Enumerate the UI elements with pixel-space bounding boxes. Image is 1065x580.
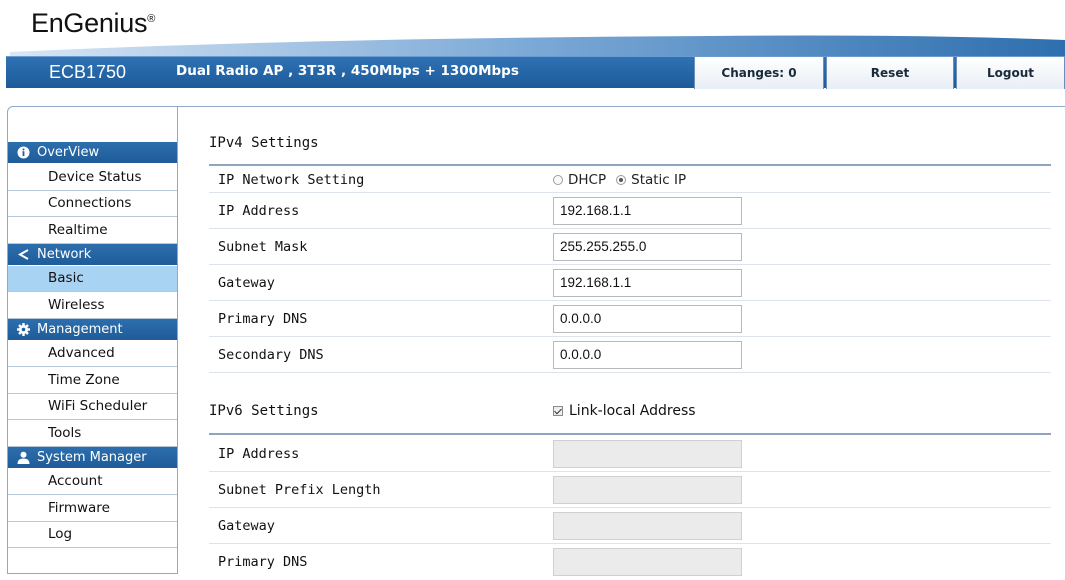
ipv4-gateway-label: Gateway bbox=[218, 274, 275, 291]
ipv4-ip-address-input[interactable] bbox=[553, 196, 742, 225]
sidebar-item-wireless[interactable]: Wireless bbox=[8, 292, 177, 319]
sidebar-item-device-status[interactable]: Device Status bbox=[8, 164, 177, 191]
subnet-prefix-length-label: Subnet Prefix Length bbox=[218, 481, 381, 498]
main-content: IPv4 Settings IP Network Setting DHCP St… bbox=[178, 106, 1065, 576]
ipv6-primary-dns-input[interactable] bbox=[553, 548, 742, 576]
dhcp-label: DHCP bbox=[568, 171, 607, 188]
reset-button[interactable]: Reset bbox=[826, 57, 954, 89]
sidebar-section-management[interactable]: Management bbox=[8, 318, 177, 341]
ip-network-setting-row: IP Network Setting DHCP Static IP bbox=[209, 167, 1051, 193]
link-local-label: Link-local Address bbox=[569, 403, 696, 419]
header-swoosh bbox=[10, 35, 1065, 56]
logout-button[interactable]: Logout bbox=[956, 57, 1065, 89]
sidebar-item-firmware[interactable]: Firmware bbox=[8, 495, 177, 522]
sidebar-item-realtime[interactable]: Realtime bbox=[8, 217, 177, 244]
dhcp-radio[interactable] bbox=[553, 174, 563, 185]
ipv4-divider bbox=[209, 164, 1051, 166]
sidebar-item-time-zone[interactable]: Time Zone bbox=[8, 367, 177, 394]
title-bar: ECB1750 Dual Radio AP , 3T3R , 450Mbps +… bbox=[6, 56, 1065, 89]
sidebar-section-system-manager[interactable]: System Manager bbox=[8, 446, 177, 469]
ipv6-divider bbox=[209, 433, 1051, 435]
ipv6-gateway-label: Gateway bbox=[218, 517, 275, 534]
ipv6-ip-address-input[interactable] bbox=[553, 439, 742, 468]
ipv6-ip-address-row: IP Address bbox=[209, 436, 1051, 472]
ipv4-gateway-input[interactable] bbox=[553, 268, 742, 297]
subnet-mask-label: Subnet Mask bbox=[218, 238, 308, 255]
sidebar-section-network[interactable]: Network bbox=[8, 243, 177, 266]
link-local-checkbox[interactable] bbox=[553, 406, 563, 416]
model-name: ECB1750 bbox=[49, 62, 127, 82]
ipv4-ip-address-row: IP Address bbox=[209, 193, 1051, 229]
ipv6-ip-address-label: IP Address bbox=[218, 445, 300, 462]
ipv6-gateway-row: Gateway bbox=[209, 508, 1051, 544]
sidebar-section-overview[interactable]: OverView bbox=[8, 142, 177, 164]
ipv6-gateway-input[interactable] bbox=[553, 511, 742, 540]
ipv4-ip-address-label: IP Address bbox=[218, 202, 300, 219]
subnet-prefix-length-input[interactable] bbox=[553, 475, 742, 504]
gear-icon bbox=[16, 322, 30, 336]
ipv4-secondary-dns-row: Secondary DNS bbox=[209, 337, 1051, 373]
user-icon bbox=[16, 450, 30, 464]
sidebar-item-log[interactable]: Log bbox=[8, 522, 177, 548]
link-local-option: Link-local Address bbox=[553, 403, 696, 419]
ipv6-primary-dns-label: Primary DNS bbox=[218, 554, 308, 570]
static-ip-label: Static IP bbox=[631, 171, 687, 188]
sidebar-item-basic[interactable]: Basic bbox=[8, 265, 177, 292]
static-ip-radio[interactable] bbox=[616, 174, 627, 185]
sidebar-item-account[interactable]: Account bbox=[8, 469, 177, 495]
changes-button[interactable]: Changes: 0 bbox=[694, 57, 824, 89]
ipv4-primary-dns-row: Primary DNS bbox=[209, 301, 1051, 337]
subnet-prefix-length-row: Subnet Prefix Length bbox=[209, 472, 1051, 508]
info-icon bbox=[16, 146, 30, 160]
ipv6-section-title: IPv6 Settings bbox=[209, 403, 319, 419]
model-description: Dual Radio AP , 3T3R , 450Mbps + 1300Mbp… bbox=[176, 63, 519, 79]
ipv4-secondary-dns-input[interactable] bbox=[553, 340, 742, 369]
brand-header: EnGenius® bbox=[0, 0, 1065, 56]
ipv6-primary-dns-row: Primary DNS bbox=[209, 544, 1051, 580]
sidebar-item-tools[interactable]: Tools bbox=[8, 420, 177, 447]
ipv4-primary-dns-input[interactable] bbox=[553, 304, 742, 333]
ipv4-primary-dns-label: Primary DNS bbox=[218, 310, 308, 327]
sidebar-item-connections[interactable]: Connections bbox=[8, 191, 177, 217]
sidebar-item-advanced[interactable]: Advanced bbox=[8, 341, 177, 367]
ipv4-section-title: IPv4 Settings bbox=[209, 135, 319, 151]
subnet-mask-input[interactable] bbox=[553, 232, 742, 261]
ip-mode-radio-group: DHCP Static IP bbox=[553, 172, 696, 188]
subnet-mask-row: Subnet Mask bbox=[209, 229, 1051, 265]
sidebar-nav: OverView Device Status Connections Realt… bbox=[7, 106, 178, 574]
ip-network-setting-label: IP Network Setting bbox=[218, 171, 365, 188]
ipv4-gateway-row: Gateway bbox=[209, 265, 1051, 301]
share-icon bbox=[16, 247, 30, 261]
ipv4-secondary-dns-label: Secondary DNS bbox=[218, 346, 324, 363]
sidebar-item-wifi-scheduler[interactable]: WiFi Scheduler bbox=[8, 394, 177, 420]
